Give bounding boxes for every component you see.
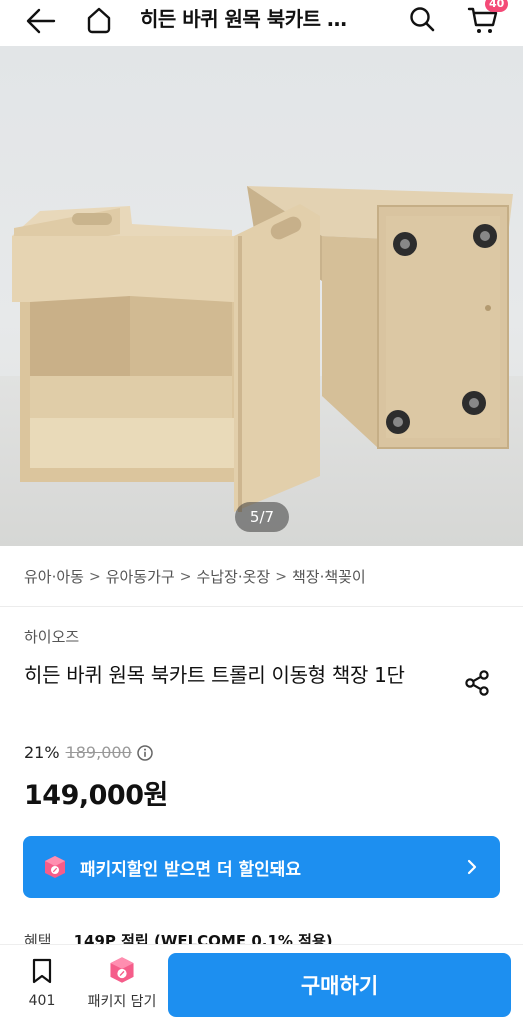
package-add-label: 패키지 담기	[87, 994, 157, 1010]
divider	[0, 606, 523, 607]
home-icon	[87, 7, 111, 34]
top-bar: 히든 바퀴 원목 북카트 … 40	[0, 0, 523, 44]
home-button[interactable]	[82, 3, 116, 37]
breadcrumb: 유아·아동 > 유아동가구 > 수납장·옷장 > 책장·책꽂이	[24, 566, 366, 587]
breadcrumb-item[interactable]: 유아동가구	[106, 566, 175, 587]
bookmark-icon	[32, 958, 52, 984]
product-image[interactable]: 5/7	[0, 46, 523, 546]
image-counter: 5/7	[235, 502, 289, 532]
share-button[interactable]	[460, 666, 494, 700]
package-icon	[45, 856, 65, 878]
breadcrumb-item[interactable]: 유아·아동	[24, 566, 84, 587]
bookmark-button[interactable]: 401	[20, 957, 64, 1009]
info-icon[interactable]	[136, 744, 153, 761]
back-button[interactable]	[24, 4, 58, 38]
package-discount-banner[interactable]: 패키지할인 받으면 더 할인돼요	[23, 836, 500, 898]
cart-count-badge: 40	[485, 0, 509, 12]
sale-price: 149,000원	[24, 780, 168, 811]
package-icon	[110, 957, 134, 983]
page-title: 히든 바퀴 원목 북카트 …	[140, 7, 347, 31]
chevron-right-icon: >	[179, 568, 192, 585]
chevron-right-icon: >	[275, 568, 287, 585]
search-button[interactable]	[405, 2, 439, 36]
original-price: 189,000	[65, 743, 132, 762]
product-title: 히든 바퀴 원목 북카트 트롤리 이동형 책장 1단	[24, 663, 405, 687]
package-add-button[interactable]: 패키지 담기	[82, 955, 162, 1011]
brand-name[interactable]: 하이오즈	[24, 626, 79, 647]
chevron-right-icon: >	[88, 568, 101, 585]
breadcrumb-item[interactable]: 수납장·옷장	[196, 566, 270, 587]
discount-rate: 21%	[24, 743, 60, 762]
promo-text: 패키지할인 받으면 더 할인돼요	[80, 859, 302, 880]
search-icon	[410, 7, 435, 32]
bookmark-count: 401	[28, 993, 56, 1009]
breadcrumb-item[interactable]: 책장·책꽂이	[292, 566, 366, 587]
buy-button[interactable]: 구매하기	[168, 953, 511, 1017]
arrow-left-icon	[26, 8, 56, 34]
bookcart-illustration	[12, 186, 513, 512]
share-icon	[465, 670, 489, 696]
cart-button[interactable]: 40	[463, 0, 509, 38]
discount-row: 21% 189,000	[24, 743, 153, 762]
bottom-action-bar: 401 패키지 담기 구매하기	[0, 944, 523, 1024]
chevron-right-icon	[467, 859, 477, 875]
